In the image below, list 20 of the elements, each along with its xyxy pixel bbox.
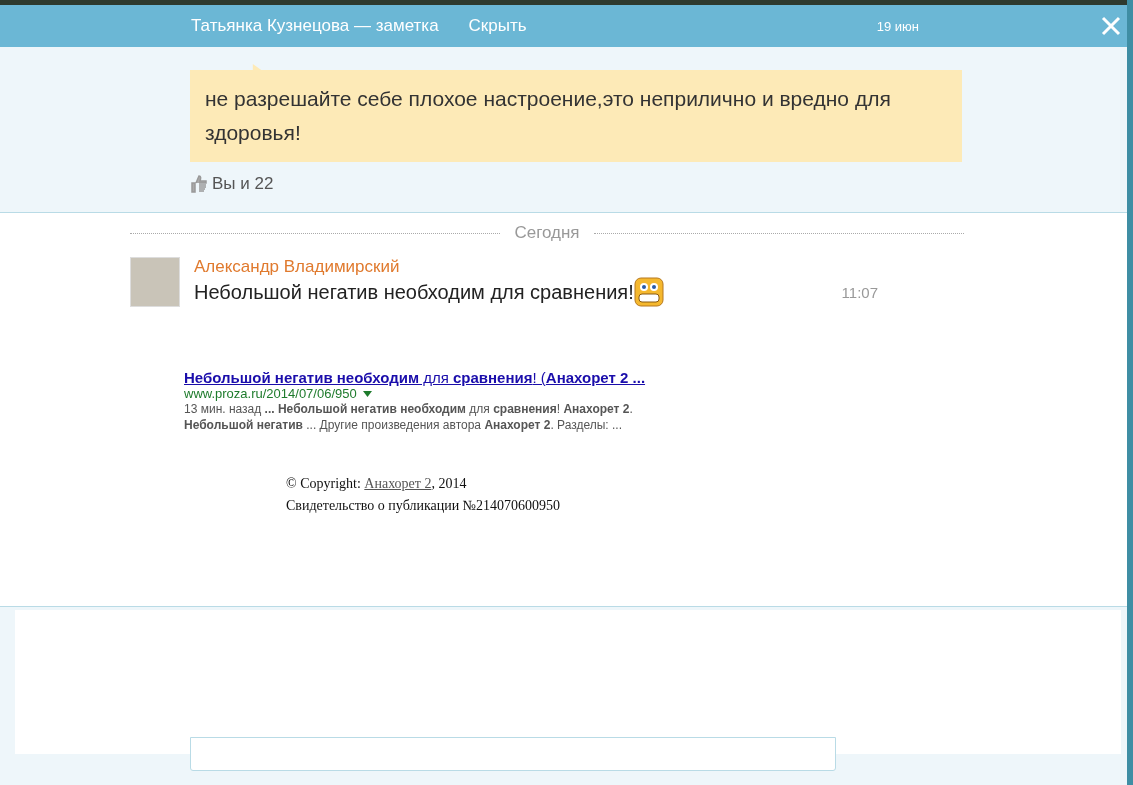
- search-result-title[interactable]: Небольшой негатив необходим для сравнения! (Анахорет 2 ...: [184, 369, 1127, 386]
- search-result-snippet: Небольшой негатив ... Другие произведения автора Анахорет 2. Разделы: ...: [184, 417, 624, 433]
- copyright-line: © Copyright: Анахорет 2, 2014: [286, 475, 468, 493]
- search-result-url: www.proza.ru/2014/07/06/950: [184, 386, 357, 401]
- grinning-emoji-icon: [633, 277, 664, 307]
- note-date: 19 июн: [876, 18, 919, 34]
- note-title: Татьянка Кузнецова — заметка: [191, 16, 439, 36]
- close-button[interactable]: [1099, 14, 1123, 38]
- publication-certificate: Свидетельство о публикации №214070600950: [286, 497, 562, 515]
- date-divider-label: Сегодня: [514, 223, 580, 243]
- thumbs-up-icon[interactable]: [190, 175, 208, 193]
- dropdown-caret-icon[interactable]: [362, 390, 372, 397]
- avatar-placeholder: [130, 257, 180, 307]
- comment-time: 11:07: [841, 283, 878, 301]
- comment-text: Небольшой негатив необходим для сравнения!: [194, 280, 634, 304]
- comment-input-field[interactable]: [190, 737, 836, 771]
- likes-count[interactable]: Вы и 22: [212, 174, 274, 194]
- note-bubble: не разрешайте себе плохое настроение,это неприлично и вредно для здоровья!: [190, 70, 962, 162]
- close-icon: [1101, 16, 1121, 36]
- search-result-snippet: 13 мин. назад ... Небольшой негатив необходим для сравнения! Анахорет 2.: [184, 401, 634, 417]
